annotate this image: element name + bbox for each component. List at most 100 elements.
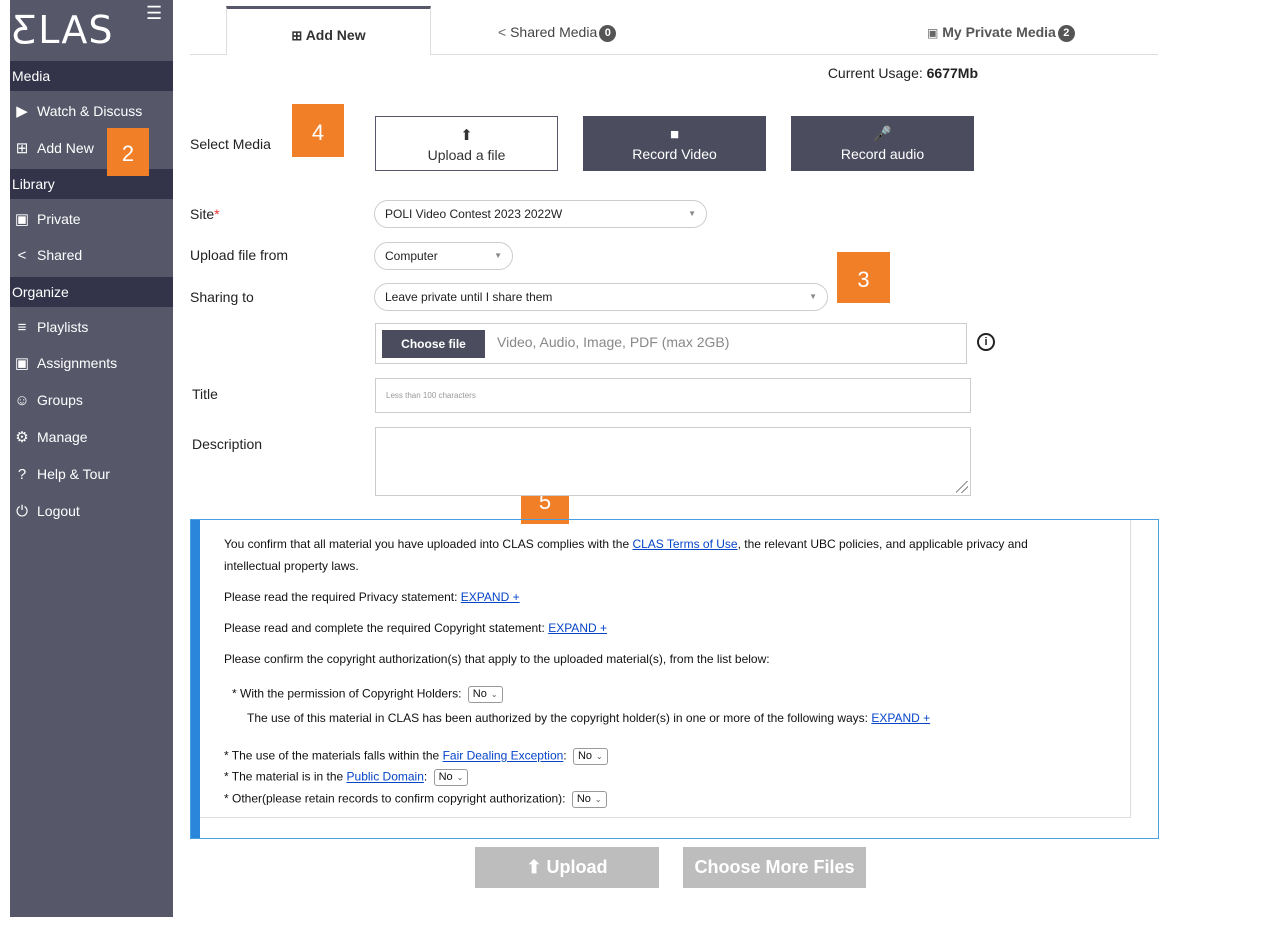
assignment-icon: ▣ [14, 355, 30, 372]
copyright-text: Please read and complete the required Co… [224, 621, 549, 635]
hamburger-icon[interactable]: ☰ [146, 4, 162, 22]
section-organize: Organize [10, 277, 173, 307]
public-domain-link[interactable]: Public Domain [347, 770, 424, 784]
description-label: Description [192, 436, 263, 452]
sidebar-item-label: Add New [37, 140, 94, 156]
chevron-down-icon: ⌄ [456, 773, 464, 782]
upload-file-button[interactable]: ⬆ Upload a file [375, 116, 558, 171]
microphone-icon: 🎤 [873, 126, 892, 143]
sidebar-item-watch-discuss[interactable]: ▶ Watch & Discuss [10, 94, 173, 128]
select-value: No [438, 771, 453, 783]
holders-line: * With the permission of Copyright Holde… [232, 686, 503, 703]
fair-dealing-line: * The use of the materials falls within … [224, 748, 608, 765]
other-label: * Other(please retain records to confirm… [224, 791, 566, 806]
copyright-expand-link[interactable]: EXPAND + [548, 621, 607, 635]
chevron-down-icon: ▼ [688, 209, 696, 218]
sidebar-item-groups[interactable]: ☺ Groups [10, 383, 173, 417]
terms-line-2: intellectual property laws. [224, 559, 359, 573]
share-icon: < [498, 24, 507, 40]
privacy-expand-link[interactable]: EXPAND + [461, 590, 520, 604]
record-audio-button[interactable]: 🎤 Record audio [791, 116, 974, 171]
lock-icon: ▣ [927, 26, 939, 40]
privacy-line: Please read the required Privacy stateme… [224, 590, 520, 604]
holders-label: * With the permission of Copyright Holde… [232, 686, 462, 701]
sharing-to-select[interactable]: Leave private until I share them ▼ [374, 283, 828, 311]
choose-more-files-button[interactable]: Choose More Files [683, 847, 866, 888]
power-icon: ⏻ [16, 503, 28, 520]
usage-value: 6677Mb [926, 65, 978, 81]
usage-label: Current Usage: [827, 65, 923, 81]
site-select[interactable]: POLI Video Contest 2023 2022W ▼ [374, 200, 707, 228]
privacy-text: Please read the required Privacy stateme… [224, 590, 461, 604]
tab-my-private-media[interactable]: ▣ My Private Media 2 [927, 6, 1117, 54]
media-tabs: ⊞ Add New < Shared Media 0 ▣ My Private M… [190, 6, 1158, 55]
sidebar-item-shared[interactable]: < Shared [10, 238, 173, 272]
site-label: Site* [190, 206, 220, 222]
share-icon: < [17, 247, 27, 264]
copyright-line: Please read and complete the required Co… [224, 621, 607, 635]
select-value: No [577, 750, 593, 762]
fair-dealing-link[interactable]: Fair Dealing Exception [443, 749, 564, 763]
sidebar-item-label: Playlists [37, 319, 89, 335]
sidebar-item-private[interactable]: ▣ Private [10, 202, 173, 236]
public-domain-select[interactable]: No ⌄ [433, 769, 469, 786]
chevron-down-icon: ⌄ [490, 690, 498, 699]
file-hint: Video, Audio, Image, PDF (max 2GB) [497, 334, 730, 350]
title-placeholder: Less than 100 characters [386, 391, 476, 400]
plus-box-icon: ⊞ [15, 140, 29, 157]
sidebar-item-label: Groups [37, 392, 83, 408]
sidebar-item-label: Manage [37, 429, 88, 445]
button-label: Upload a file [427, 147, 506, 163]
fair-dealing-select[interactable]: No ⌄ [572, 748, 608, 765]
sidebar-item-logout[interactable]: ⏻ Logout [10, 494, 173, 528]
agreement-content: You confirm that all material you have u… [200, 520, 1131, 818]
public-text: * The material is in the [224, 769, 347, 784]
sharing-to-label: Sharing to [190, 289, 254, 305]
holders-desc: The use of this material in CLAS has bee… [247, 711, 872, 725]
sidebar-item-label: Watch & Discuss [37, 103, 143, 119]
label-text: Site [190, 206, 215, 222]
description-textarea[interactable] [375, 427, 971, 496]
upload-from-select[interactable]: Computer ▼ [374, 242, 513, 270]
upload-button[interactable]: ⬆ Upload [475, 847, 659, 888]
select-value: No [472, 688, 487, 700]
sidebar-item-playlists[interactable]: ≡ Playlists [10, 310, 173, 344]
record-video-button[interactable]: ■ Record Video [583, 116, 766, 171]
choose-file-button[interactable]: Choose file [382, 330, 485, 358]
sidebar-item-help-tour[interactable]: ? Help & Tour [10, 457, 173, 491]
terms-text-post: , the relevant UBC policies, and applica… [737, 537, 1028, 551]
sidebar-item-manage[interactable]: ⚙ Manage [10, 420, 173, 454]
tab-label: Shared Media [510, 24, 598, 40]
sidebar-item-label: Private [37, 211, 81, 227]
sidebar-item-assignments[interactable]: ▣ Assignments [10, 346, 173, 380]
play-box-icon: ▶ [16, 103, 28, 120]
current-usage: Current Usage: 6677Mb [828, 65, 978, 81]
callout-badge-2: 2 [107, 128, 149, 176]
list-icon: ≡ [17, 319, 27, 336]
section-media: Media [10, 61, 173, 91]
confirm-line: Please confirm the copyright authorizati… [224, 652, 770, 666]
info-icon[interactable]: i [977, 333, 995, 351]
terms-line: You confirm that all material you have u… [224, 537, 1028, 551]
upload-from-label: Upload file from [190, 247, 289, 263]
select-media-label: Select Media [190, 136, 271, 152]
upload-icon: ⬆ [526, 857, 542, 877]
button-label: Record Video [632, 146, 717, 162]
callout-badge-3: 3 [837, 252, 890, 303]
colon: : [563, 748, 567, 763]
terms-of-use-link[interactable]: CLAS Terms of Use [632, 537, 737, 551]
holders-expand-link[interactable]: EXPAND + [871, 711, 930, 725]
other-line: * Other(please retain records to confirm… [224, 791, 607, 808]
other-select[interactable]: No ⌄ [571, 791, 607, 808]
tab-shared-media[interactable]: < Shared Media 0 [498, 6, 658, 54]
tab-add-new[interactable]: ⊞ Add New [226, 6, 431, 55]
sidebar-item-label: Help & Tour [37, 466, 110, 482]
groups-icon: ☺ [14, 392, 30, 409]
resize-handle[interactable] [956, 481, 968, 493]
file-input[interactable]: Choose file Video, Audio, Image, PDF (ma… [375, 323, 967, 364]
sidebar-item-label: Logout [37, 503, 80, 519]
title-input[interactable]: Less than 100 characters [375, 378, 971, 413]
holders-select[interactable]: No ⌄ [467, 686, 503, 703]
select-value: No [576, 793, 591, 805]
select-value: Computer [385, 249, 438, 263]
